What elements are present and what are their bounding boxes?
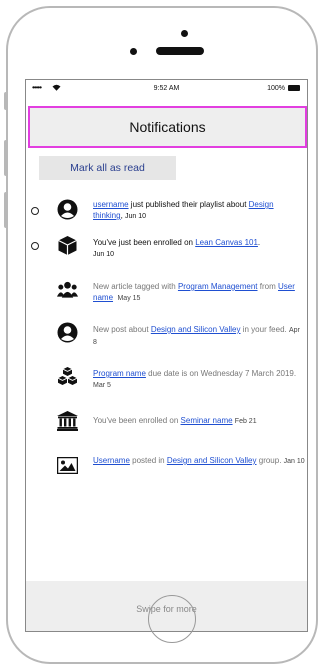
notification-date: Jun 10 <box>93 251 115 258</box>
notification-body: New article tagged with <box>93 282 178 291</box>
seminar-link[interactable]: Seminar name <box>181 416 233 425</box>
notification-body: due date is on Wednesday 7 March 2019. <box>145 369 297 378</box>
home-button[interactable] <box>148 595 196 643</box>
tag-link[interactable]: Program Management <box>178 282 258 291</box>
notification-date: May 15 <box>117 295 141 302</box>
notification-body: from <box>257 282 278 291</box>
volume-down-button <box>4 192 8 228</box>
image-icon <box>57 455 78 476</box>
page-title: Notifications <box>129 119 206 135</box>
notification-body: posted in <box>129 456 167 465</box>
speaker-grille <box>156 47 204 55</box>
notification-date: Mar 5 <box>93 382 111 389</box>
sensor-dot <box>130 48 137 55</box>
unread-indicator[interactable] <box>31 207 39 215</box>
volume-up-button <box>4 140 8 176</box>
group-link[interactable]: Design and Silicon Valley <box>167 456 257 465</box>
status-bar: ••••• 9:52 AM 100% <box>26 80 307 98</box>
page-header: Notifications <box>28 106 307 148</box>
notification-text: username just published their playlist a… <box>93 199 305 222</box>
notification-body: . <box>257 238 261 247</box>
notification-date: Jun 10 <box>125 213 147 220</box>
user-avatar-icon <box>57 322 78 343</box>
user-avatar-icon <box>57 199 78 220</box>
screen: ••••• 9:52 AM 100% Notifications Mark al… <box>25 79 308 632</box>
notification-body: You've been enrolled on <box>93 416 181 425</box>
notification-text: Username posted in Design and Silicon Va… <box>93 455 305 467</box>
cube-icon <box>57 235 78 256</box>
notification-date: Jan 10 <box>283 458 305 465</box>
topic-link[interactable]: Design and Silicon Valley <box>151 325 241 334</box>
notification-body: just published their playlist about <box>128 200 249 209</box>
clock: 9:52 AM <box>153 85 180 92</box>
user-link[interactable]: Username <box>93 456 130 465</box>
notification-text: Program name due date is on Wednesday 7 … <box>93 368 305 391</box>
course-link[interactable]: Lean Canvas 101 <box>195 238 258 247</box>
unread-indicator[interactable] <box>31 242 39 250</box>
notification-date: Feb 21 <box>234 418 257 425</box>
battery-label: 100% <box>267 85 285 92</box>
notification-body: New post about <box>93 325 151 334</box>
group-icon <box>57 279 78 300</box>
mute-switch <box>4 92 8 110</box>
notification-body: You've just been enrolled on <box>93 238 196 247</box>
notification-body: in your feed. <box>240 325 289 334</box>
notification-text: You've been enrolled on Seminar name Feb… <box>93 415 305 427</box>
notification-text: New article tagged with Program Manageme… <box>93 281 305 304</box>
program-link[interactable]: Program name <box>93 369 146 378</box>
mark-all-read-button[interactable]: Mark all as read <box>39 156 176 180</box>
institution-icon <box>57 410 78 431</box>
notification-text: You've just been enrolled on Lean Canvas… <box>93 237 305 260</box>
mark-all-read-label: Mark all as read <box>70 162 145 174</box>
battery-icon <box>288 85 300 91</box>
user-link[interactable]: username <box>93 200 129 209</box>
notification-body: group. <box>256 456 284 465</box>
camera <box>181 30 188 37</box>
notification-text: New post about Design and Silicon Valley… <box>93 324 305 348</box>
cubes-icon <box>57 366 78 387</box>
